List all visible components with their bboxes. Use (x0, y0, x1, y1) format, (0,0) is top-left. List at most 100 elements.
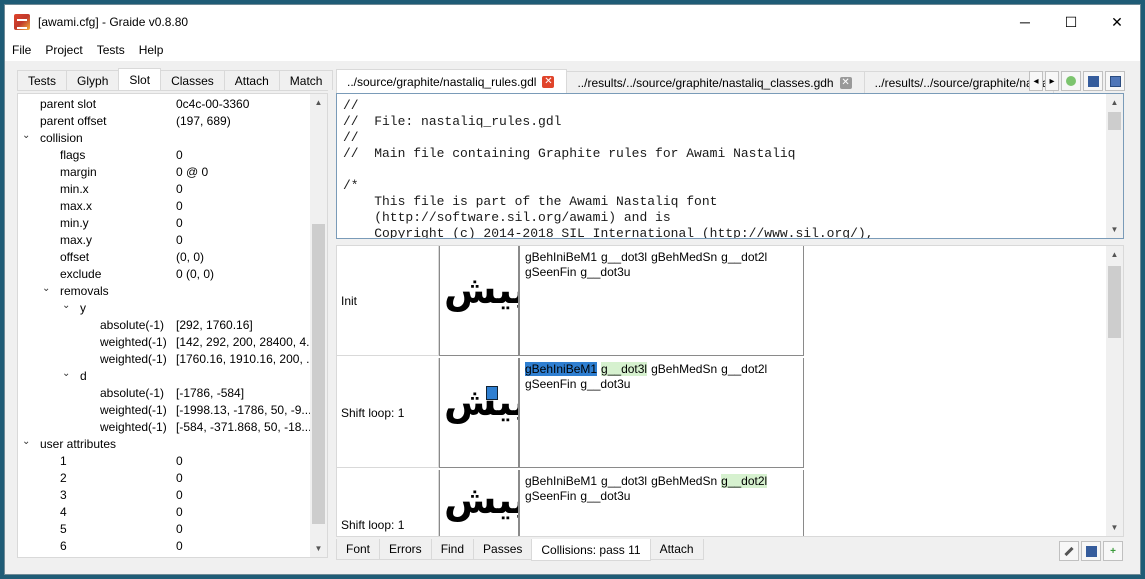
tree-row[interactable]: ⌄ collision (18, 130, 308, 147)
glyph-render[interactable]: پیش (439, 470, 519, 536)
tree-row[interactable]: 60 (18, 538, 308, 555)
glyph-name[interactable]: gSeenFin (525, 489, 576, 503)
tab-font[interactable]: Font (336, 539, 381, 560)
glyph-name[interactable]: gBehIniBeM1 (525, 474, 597, 488)
maximize-button[interactable]: ☐ (1048, 5, 1094, 39)
tree-row[interactable]: offset (0, 0) (18, 249, 308, 266)
glyph-name[interactable]: gBehMedSn (651, 474, 717, 488)
tab-nastaliq-classes[interactable]: ../results/../source/graphite/nastaliq_c… (566, 71, 865, 93)
tab-scroll-left-icon[interactable]: ◂ (1029, 71, 1043, 91)
tab-attach-bottom[interactable]: Attach (649, 539, 704, 560)
tree-row[interactable]: ⌄ y (18, 300, 308, 317)
scroll-up-arrow-icon[interactable]: ▲ (310, 94, 327, 111)
results-scrollbar[interactable]: ▲ ▼ (1106, 246, 1123, 536)
tab-scroll-right-icon[interactable]: ▸ (1045, 71, 1059, 91)
tab-errors[interactable]: Errors (379, 539, 432, 560)
glyph-name[interactable]: g__dot3l (601, 362, 648, 376)
glyph-name[interactable]: g__dot3u (580, 265, 630, 279)
glyph-render[interactable]: پیش (439, 358, 519, 468)
close-tab-icon[interactable]: ✕ (839, 76, 852, 89)
tab-nastaliq-truncated[interactable]: ../results/../source/graphite/nastaliq_ (863, 71, 1054, 93)
glyph-name[interactable]: gBehMedSn (651, 362, 717, 376)
tree-row[interactable]: weighted(-1) [1760.16, 1910.16, 200, ... (18, 351, 316, 368)
glyph-name[interactable]: g__dot2l (721, 362, 767, 376)
expand-chevron-icon[interactable]: ⌄ (62, 300, 70, 311)
tab-collisions[interactable]: Collisions: pass 11 (531, 539, 651, 561)
glyph-name[interactable]: gBehMedSn (651, 250, 717, 264)
tree-row[interactable]: absolute(-1) [-1786, -584] (18, 385, 308, 402)
glyph-name[interactable]: g__dot2l (721, 250, 767, 264)
tree-row[interactable]: min.x 0 (18, 181, 308, 198)
tab-find[interactable]: Find (430, 539, 475, 560)
tree-row[interactable]: parent offset (197, 689) (18, 113, 308, 130)
pass-result-row[interactable]: Shift loop: 1پیشgBehIniBeM1g__dot3lgBehM… (337, 358, 804, 468)
minimize-button[interactable]: ─ (1002, 5, 1048, 39)
tree-row[interactable]: exclude 0 (0, 0) (18, 266, 308, 283)
tab-slot[interactable]: Slot (118, 68, 162, 90)
expand-chevron-icon[interactable]: ⌄ (22, 130, 30, 141)
save-results-icon[interactable] (1081, 541, 1101, 561)
glyph-name[interactable]: gBehIniBeM1 (525, 250, 597, 264)
tree-row[interactable]: max.x 0 (18, 198, 308, 215)
tree-row[interactable]: ⌄ removals (18, 283, 308, 300)
tree-row[interactable]: 20 (18, 470, 308, 487)
scroll-thumb[interactable] (1108, 266, 1121, 338)
close-tab-icon[interactable]: ✕ (542, 75, 555, 88)
code-editor[interactable]: ▲ ▼ //// File: nastaliq_rules.gdl//// Ma… (336, 93, 1124, 239)
menu-help[interactable]: Help (132, 43, 171, 57)
add-test-icon[interactable]: + (1103, 541, 1123, 561)
selected-glyph-marker[interactable] (486, 386, 498, 400)
tree-row[interactable]: weighted(-1) [142, 292, 200, 28400, 4... (18, 334, 316, 351)
tree-row[interactable]: ⌄ user attributes (18, 436, 308, 453)
scroll-down-arrow-icon[interactable]: ▼ (1106, 221, 1123, 238)
tab-attach[interactable]: Attach (223, 70, 280, 90)
tree-row[interactable]: 10 (18, 453, 308, 470)
expand-chevron-icon[interactable]: ⌄ (42, 283, 50, 294)
pass-result-row[interactable]: Shift loop: 1پیشgBehIniBeM1g__dot3lgBehM… (337, 470, 804, 536)
glyph-render[interactable]: پیش (439, 246, 519, 356)
save-all-icon[interactable] (1105, 71, 1125, 91)
tab-passes[interactable]: Passes (473, 539, 533, 560)
glyph-name[interactable]: g__dot3l (601, 474, 647, 488)
scroll-up-arrow-icon[interactable]: ▲ (1106, 246, 1123, 263)
pass-result-row[interactable]: Init پیش gBehIniBeM1 g__dot3l gBehMedSn g__do… (337, 246, 804, 356)
glyph-name[interactable]: g__dot3l (601, 250, 647, 264)
scroll-thumb[interactable] (312, 224, 325, 524)
tree-row[interactable]: absolute(-1) [292, 1760.16] (18, 317, 308, 334)
scroll-thumb[interactable] (1108, 112, 1121, 130)
tab-classes[interactable]: Classes (160, 70, 225, 90)
glyph-name[interactable]: g__dot3u (580, 489, 630, 503)
tab-nastaliq-rules[interactable]: ../source/graphite/nastaliq_rules.gdl ✕ (336, 69, 568, 93)
close-button[interactable]: ✕ (1094, 5, 1140, 39)
scroll-down-arrow-icon[interactable]: ▼ (310, 540, 327, 557)
tab-tests[interactable]: Tests (17, 70, 68, 90)
scroll-down-arrow-icon[interactable]: ▼ (1106, 519, 1123, 536)
menu-file[interactable]: File (5, 43, 38, 57)
scroll-up-arrow-icon[interactable]: ▲ (1106, 94, 1123, 111)
tree-row[interactable]: weighted(-1) [-584, -371.868, 50, -18... (18, 419, 311, 436)
editor-scrollbar[interactable]: ▲ ▼ (1106, 94, 1123, 238)
tree-scrollbar[interactable]: ▲ ▼ (310, 94, 327, 557)
glyph-name[interactable]: gSeenFin (525, 377, 576, 391)
glyph-name[interactable]: g__dot2l (721, 474, 768, 488)
tab-match[interactable]: Match (278, 70, 334, 90)
tree-row[interactable]: 50 (18, 521, 308, 538)
tree-row[interactable]: 30 (18, 487, 308, 504)
glyph-name[interactable]: gBehIniBeM1 (525, 362, 598, 376)
tree-row[interactable]: ⌄ d (18, 368, 308, 385)
glyph-name[interactable]: gSeenFin (525, 265, 576, 279)
tab-glyph[interactable]: Glyph (66, 70, 120, 90)
tree-row[interactable]: flags 0 (18, 147, 308, 164)
menu-project[interactable]: Project (38, 43, 89, 57)
expand-chevron-icon[interactable]: ⌄ (62, 368, 70, 379)
tree-row[interactable]: min.y 0 (18, 215, 308, 232)
tree-row[interactable]: 40 (18, 504, 308, 521)
tree-row[interactable]: weighted(-1) [-1998.13, -1786, 50, -9... (18, 402, 311, 419)
tree-row[interactable]: parent slot 0c4c-00-3360 (18, 96, 308, 113)
slot-attribute-tree[interactable]: 70605040302010⌄user attributesweighted(-… (17, 93, 328, 558)
tree-row[interactable]: max.y 0 (18, 232, 308, 249)
expand-chevron-icon[interactable]: ⌄ (22, 436, 30, 447)
wrench-icon[interactable] (1059, 541, 1079, 561)
save-icon[interactable] (1083, 71, 1103, 91)
tree-row[interactable]: 70 (18, 555, 308, 557)
